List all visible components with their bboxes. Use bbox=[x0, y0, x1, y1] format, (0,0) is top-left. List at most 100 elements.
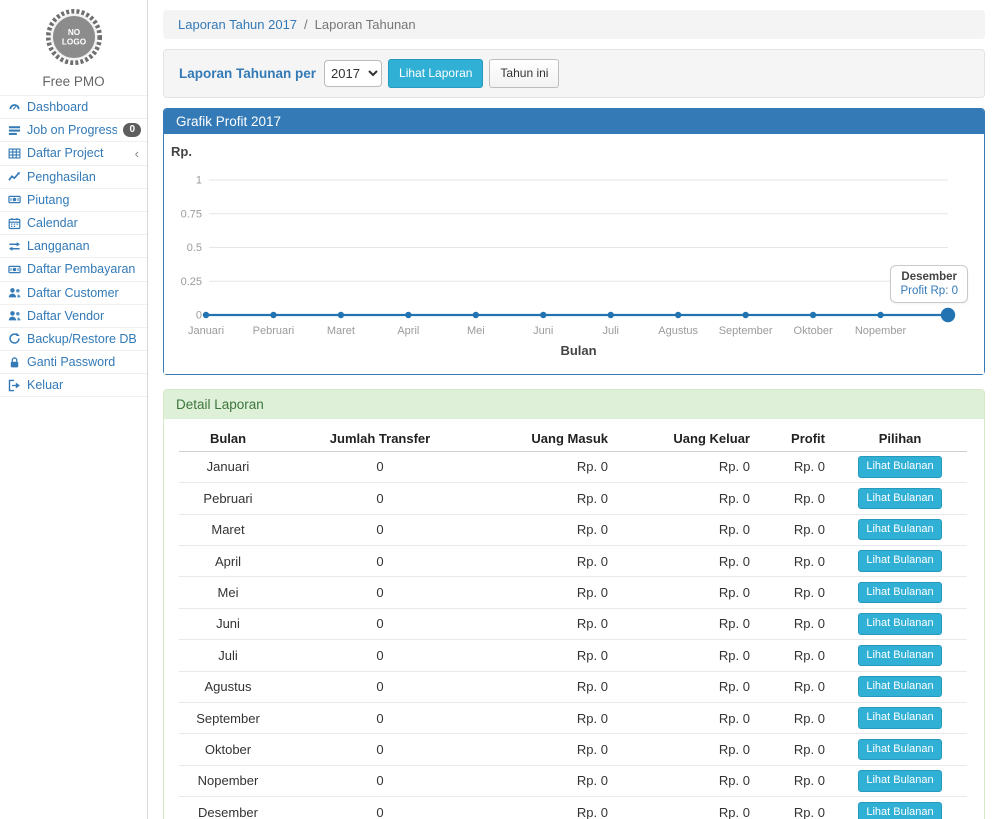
sidebar-item-label: Piutang bbox=[27, 193, 141, 207]
cell-pilihan: Lihat Bulanan bbox=[833, 734, 967, 765]
sidebar-item-label: Langganan bbox=[27, 239, 141, 253]
cell-profit: Rp. 0 bbox=[758, 702, 833, 733]
sidebar-item-calendar[interactable]: Calendar bbox=[0, 212, 147, 235]
column-header-jumlah-transfer: Jumlah Transfer bbox=[277, 427, 483, 452]
svg-text:Oktober: Oktober bbox=[794, 325, 833, 337]
cell-uang-masuk: Rp. 0 bbox=[483, 577, 616, 608]
breadcrumb-link[interactable]: Laporan Tahun 2017 bbox=[178, 17, 297, 32]
cell-uang-keluar: Rp. 0 bbox=[616, 608, 758, 639]
dashboard-icon bbox=[8, 101, 21, 114]
svg-text:0.75: 0.75 bbox=[181, 208, 202, 220]
cell-jumlah-transfer: 0 bbox=[277, 640, 483, 671]
cell-uang-masuk: Rp. 0 bbox=[483, 640, 616, 671]
column-header-uang-keluar: Uang Keluar bbox=[616, 427, 758, 452]
svg-text:0.5: 0.5 bbox=[187, 242, 202, 254]
year-select[interactable]: 2017 bbox=[324, 60, 382, 87]
sidebar-item-label: Calendar bbox=[27, 216, 141, 230]
lihat-bulanan-button[interactable]: Lihat Bulanan bbox=[858, 456, 941, 477]
column-header-bulan: Bulan bbox=[179, 427, 277, 452]
profit-line-chart[interactable]: 00.250.50.751Rp.JanuariPebruariMaretApri… bbox=[164, 134, 984, 374]
view-report-button[interactable]: Lihat Laporan bbox=[388, 59, 483, 88]
sidebar-item-keluar[interactable]: Keluar bbox=[0, 374, 147, 397]
users-icon bbox=[8, 309, 21, 322]
cell-uang-masuk: Rp. 0 bbox=[483, 451, 616, 482]
cell-uang-keluar: Rp. 0 bbox=[616, 797, 758, 819]
lihat-bulanan-button[interactable]: Lihat Bulanan bbox=[858, 613, 941, 634]
this-year-button[interactable]: Tahun ini bbox=[489, 59, 559, 88]
svg-text:Pebruari: Pebruari bbox=[253, 325, 295, 337]
svg-text:Rp.: Rp. bbox=[171, 144, 192, 159]
cell-uang-masuk: Rp. 0 bbox=[483, 671, 616, 702]
sidebar-item-daftar-project[interactable]: Daftar Project ‹ bbox=[0, 142, 147, 165]
sidebar-item-label: Daftar Project bbox=[27, 146, 129, 160]
cell-uang-masuk: Rp. 0 bbox=[483, 702, 616, 733]
sidebar-item-piutang[interactable]: Piutang bbox=[0, 189, 147, 212]
chart-canvas: 00.250.50.751Rp.JanuariPebruariMaretApri… bbox=[164, 134, 982, 374]
main-area: Laporan Tahun 2017 / Laporan Tahunan Lap… bbox=[148, 0, 1000, 819]
cell-pilihan: Lihat Bulanan bbox=[833, 451, 967, 482]
cell-uang-masuk: Rp. 0 bbox=[483, 797, 616, 819]
table-row: Januari 0 Rp. 0 Rp. 0 Rp. 0 Lihat Bulana… bbox=[179, 451, 967, 482]
cell-profit: Rp. 0 bbox=[758, 577, 833, 608]
sidebar-item-daftar-customer[interactable]: Daftar Customer bbox=[0, 282, 147, 305]
year-filter-bar: Laporan Tahunan per 2017 Lihat Laporan T… bbox=[163, 49, 985, 98]
lihat-bulanan-button[interactable]: Lihat Bulanan bbox=[858, 519, 941, 540]
sidebar-item-backup-restore-db[interactable]: Backup/Restore DB bbox=[0, 328, 147, 351]
sidebar-item-daftar-pembayaran[interactable]: Daftar Pembayaran bbox=[0, 258, 147, 281]
cell-profit: Rp. 0 bbox=[758, 671, 833, 702]
cell-bulan: April bbox=[179, 545, 277, 576]
cell-profit: Rp. 0 bbox=[758, 734, 833, 765]
lihat-bulanan-button[interactable]: Lihat Bulanan bbox=[858, 676, 941, 697]
svg-text:NO: NO bbox=[67, 28, 80, 37]
lihat-bulanan-button[interactable]: Lihat Bulanan bbox=[858, 645, 941, 666]
sidebar-item-ganti-password[interactable]: Ganti Password bbox=[0, 351, 147, 374]
line-chart-icon bbox=[8, 170, 21, 183]
sidebar-item-label: Dashboard bbox=[27, 100, 141, 114]
sidebar-item-dashboard[interactable]: Dashboard bbox=[0, 96, 147, 119]
cell-pilihan: Lihat Bulanan bbox=[833, 545, 967, 576]
table-row: Maret 0 Rp. 0 Rp. 0 Rp. 0 Lihat Bulanan bbox=[179, 514, 967, 545]
cell-profit: Rp. 0 bbox=[758, 451, 833, 482]
table-rows: Januari 0 Rp. 0 Rp. 0 Rp. 0 Lihat Bulana… bbox=[179, 451, 967, 819]
cell-uang-keluar: Rp. 0 bbox=[616, 514, 758, 545]
sidebar-item-label: Daftar Pembayaran bbox=[27, 262, 141, 276]
sidebar-item-job-on-progress[interactable]: Job on Progress 0 bbox=[0, 119, 147, 142]
sidebar-menu: Dashboard Job on Progress 0 Daftar Proje… bbox=[0, 95, 147, 397]
cell-bulan: Januari bbox=[179, 451, 277, 482]
cell-pilihan: Lihat Bulanan bbox=[833, 483, 967, 514]
sidebar-item-penghasilan[interactable]: Penghasilan bbox=[0, 166, 147, 189]
lihat-bulanan-button[interactable]: Lihat Bulanan bbox=[858, 550, 941, 571]
sidebar-item-daftar-vendor[interactable]: Daftar Vendor bbox=[0, 305, 147, 328]
cell-profit: Rp. 0 bbox=[758, 608, 833, 639]
lihat-bulanan-button[interactable]: Lihat Bulanan bbox=[858, 488, 941, 509]
report-table: BulanJumlah TransferUang MasukUang Kelua… bbox=[179, 427, 967, 819]
table-header-row: BulanJumlah TransferUang MasukUang Kelua… bbox=[179, 427, 967, 452]
cell-profit: Rp. 0 bbox=[758, 545, 833, 576]
table-row: Oktober 0 Rp. 0 Rp. 0 Rp. 0 Lihat Bulana… bbox=[179, 734, 967, 765]
lihat-bulanan-button[interactable]: Lihat Bulanan bbox=[858, 770, 941, 791]
lihat-bulanan-button[interactable]: Lihat Bulanan bbox=[858, 802, 941, 819]
cell-jumlah-transfer: 0 bbox=[277, 577, 483, 608]
sidebar-item-label: Backup/Restore DB bbox=[27, 332, 141, 346]
table-row: Pebruari 0 Rp. 0 Rp. 0 Rp. 0 Lihat Bulan… bbox=[179, 483, 967, 514]
lihat-bulanan-button[interactable]: Lihat Bulanan bbox=[858, 707, 941, 728]
svg-text:LOGO: LOGO bbox=[61, 38, 86, 47]
cell-jumlah-transfer: 0 bbox=[277, 765, 483, 796]
table-row: Agustus 0 Rp. 0 Rp. 0 Rp. 0 Lihat Bulana… bbox=[179, 671, 967, 702]
table-row: September 0 Rp. 0 Rp. 0 Rp. 0 Lihat Bula… bbox=[179, 702, 967, 733]
svg-text:Juli: Juli bbox=[602, 325, 619, 337]
lihat-bulanan-button[interactable]: Lihat Bulanan bbox=[858, 739, 941, 760]
content: Laporan Tahun 2017 / Laporan Tahunan Lap… bbox=[148, 0, 1000, 819]
table-row: Juli 0 Rp. 0 Rp. 0 Rp. 0 Lihat Bulanan bbox=[179, 640, 967, 671]
table-icon bbox=[8, 147, 21, 160]
sidebar-item-langganan[interactable]: Langganan bbox=[0, 235, 147, 258]
sidebar: NO LOGO Free PMO Dashboard Job on Progre… bbox=[0, 0, 148, 819]
cell-uang-keluar: Rp. 0 bbox=[616, 702, 758, 733]
sign-out-icon bbox=[8, 379, 21, 392]
lihat-bulanan-button[interactable]: Lihat Bulanan bbox=[858, 582, 941, 603]
cell-bulan: Mei bbox=[179, 577, 277, 608]
cell-uang-keluar: Rp. 0 bbox=[616, 451, 758, 482]
sidebar-item-label: Daftar Customer bbox=[27, 286, 141, 300]
breadcrumb-current: Laporan Tahunan bbox=[315, 17, 416, 32]
table-row: Nopember 0 Rp. 0 Rp. 0 Rp. 0 Lihat Bulan… bbox=[179, 765, 967, 796]
